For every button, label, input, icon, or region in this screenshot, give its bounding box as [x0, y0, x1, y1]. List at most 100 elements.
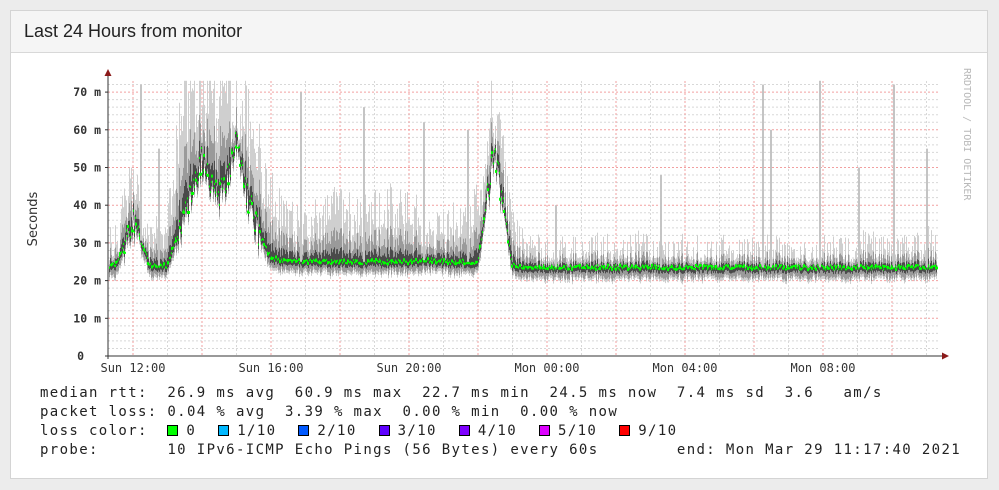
median-line: [690, 266, 691, 269]
median-line: [595, 264, 596, 267]
smoke-dark: [487, 176, 488, 189]
smoke-dark: [407, 250, 408, 268]
median-line: [341, 258, 342, 261]
median-line: [414, 260, 415, 263]
smoke-dark: [172, 239, 173, 253]
median-line: [154, 263, 155, 266]
median-line: [630, 266, 631, 269]
median-line: [694, 267, 695, 270]
median-line: [195, 171, 196, 174]
median-line: [695, 268, 696, 271]
median-line: [858, 267, 859, 270]
y-tick-label: 50 m: [73, 161, 101, 175]
smoke-dark: [250, 186, 251, 206]
median-line: [242, 164, 243, 167]
smoke-dark: [409, 253, 410, 267]
median-line: [511, 258, 512, 261]
median-line: [841, 268, 842, 271]
smoke-dark: [240, 156, 241, 170]
median-line: [169, 257, 170, 260]
median-line: [495, 148, 496, 151]
median-line: [165, 266, 166, 269]
median-line: [334, 259, 335, 262]
median-line: [262, 237, 263, 240]
median-line: [250, 199, 251, 202]
median-line: [539, 264, 540, 267]
median-line: [251, 195, 252, 198]
median-line: [115, 264, 116, 267]
smoke-dark: [399, 250, 400, 266]
median-line: [482, 231, 483, 234]
median-line: [886, 266, 887, 269]
median-line: [210, 191, 211, 194]
median-line: [670, 266, 671, 269]
smoke-dark: [213, 170, 214, 193]
loss-color-label-value: 9/10: [638, 423, 678, 439]
median-line: [774, 267, 775, 270]
median-line: [697, 265, 698, 268]
median-line: [237, 134, 238, 137]
median-line: [905, 268, 906, 271]
median-line: [587, 264, 588, 267]
median-line: [361, 262, 362, 265]
smoke-dark: [355, 252, 356, 265]
median-line: [838, 268, 839, 271]
median-line: [802, 267, 803, 270]
y-axis-arrow-icon: [104, 69, 112, 76]
smoke-dark: [298, 252, 299, 265]
median-line: [582, 266, 583, 269]
median-line: [310, 258, 311, 261]
median-line: [413, 259, 414, 262]
smoke-dark: [217, 186, 218, 201]
smoke-dark: [275, 247, 276, 262]
median-line: [609, 267, 610, 270]
median-line: [754, 267, 755, 270]
smoke-dark: [477, 252, 478, 267]
median-line: [537, 267, 538, 270]
median-line: [491, 156, 492, 159]
smoke-dark: [397, 252, 398, 268]
median-line: [698, 266, 699, 269]
smoke-dark: [263, 232, 264, 245]
median-line: [605, 267, 606, 270]
median-point: [199, 172, 202, 176]
median-line: [265, 245, 266, 248]
smoke-dark: [371, 250, 372, 266]
median-line: [790, 266, 791, 269]
median-line: [526, 266, 527, 269]
median-line: [338, 262, 339, 265]
median-line: [917, 264, 918, 267]
median-line: [494, 150, 495, 153]
smoke-dark: [602, 265, 603, 272]
median-line: [391, 262, 392, 265]
loss-color-label-value: 0: [186, 423, 197, 439]
median-line: [342, 261, 343, 264]
smoke-dark: [187, 188, 188, 203]
median-line: [198, 175, 199, 178]
median-line: [331, 258, 332, 261]
median-line: [653, 267, 654, 270]
median-line: [411, 258, 412, 261]
median-line: [883, 268, 884, 271]
median-line: [703, 267, 704, 270]
median-line: [730, 267, 731, 270]
median-line: [181, 231, 182, 234]
median-line: [809, 267, 810, 270]
median-line: [466, 262, 467, 265]
median-line: [474, 262, 475, 265]
median-line: [721, 267, 722, 270]
smoke-dark: [333, 249, 334, 267]
median-line: [425, 260, 426, 263]
smoke-dark: [499, 161, 500, 178]
median-line: [745, 268, 746, 271]
smoke-dark: [510, 245, 511, 260]
smoke-dark: [361, 255, 362, 269]
median-line: [761, 266, 762, 269]
grid: [108, 81, 940, 356]
median-line: [578, 264, 579, 267]
median-line: [793, 264, 794, 267]
median-line: [898, 264, 899, 267]
smoke-dark: [329, 253, 330, 267]
median-line: [487, 183, 488, 186]
median-line: [658, 268, 659, 271]
